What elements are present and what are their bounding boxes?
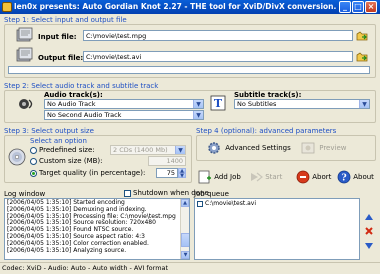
target-quality-field[interactable]: 75 [156,168,178,178]
scroll-up-icon[interactable]: ▲ [181,199,189,207]
predefined-size-label: Predefined size: [39,146,95,154]
gear-icon [208,142,220,154]
custom-size-label: Custom size (MB): [39,157,103,165]
output-file-label: Output file: [38,54,84,62]
input-file-icon [16,27,33,42]
stop-icon [296,170,310,184]
job-item-label: C:\movie\test.avi [205,200,257,207]
step4-label: Step 4 (optional): advanced parameters [196,127,337,135]
audio-icon [19,99,33,109]
audio-track-2-select[interactable]: No Second Audio Track ▼ [44,110,204,120]
scroll-thumb[interactable] [181,233,189,247]
step1-label: Step 1: Select input and output file [4,16,127,24]
status-bar: Codec: XviD - Audio: Auto - Auto width -… [0,262,380,274]
status-text: Codec: XviD - Audio: Auto - Auto width -… [2,264,169,272]
input-file-field[interactable]: C:\movie\test.mpg [83,30,353,41]
minimize-button[interactable]: _ [339,1,351,13]
audio-track-2-value: No Second Audio Track [47,111,122,119]
target-quality-option[interactable]: Target quality (in percentage): [30,169,145,177]
job-queue-item[interactable]: C:\movie\test.avi [197,200,256,208]
start-button[interactable]: Start [248,169,283,185]
add-job-icon [198,170,211,184]
info-icon: ? [337,170,351,184]
log-window-label: Log window [4,190,46,198]
svg-text:T: T [214,97,223,110]
add-job-button[interactable]: Add Job [197,169,242,185]
predefined-size-value: 2 CDs (1400 Mb) [113,146,168,154]
preview-button[interactable]: Preview [300,140,347,156]
window-title: len0x presents: Auto Gordian Knot 2.27 -… [14,2,337,11]
custom-size-radio[interactable] [30,157,37,165]
custom-size-option[interactable]: Custom size (MB): [30,157,103,165]
browse-input-icon[interactable] [356,30,368,42]
progress-bar [8,66,370,74]
scroll-down-icon[interactable]: ▼ [181,251,189,259]
job-queue-list[interactable]: C:\movie\test.avi [194,198,360,260]
output-file-icon [16,47,33,62]
step2-label: Step 2: Select audio track and subtitle … [4,82,159,90]
about-label: About [353,173,374,181]
log-scrollbar[interactable]: ▲ ▼ [180,199,189,259]
remove-job-icon[interactable] [364,226,374,236]
shutdown-checkbox[interactable] [124,189,131,197]
subtitle-select[interactable]: No Subtitles ▼ [234,99,370,109]
job-queue-label: Job queue [194,190,229,198]
audio-track-1-select[interactable]: No Audio Track ▼ [44,99,204,109]
abort-label: Abort [312,173,332,181]
target-quality-label: Target quality (in percentage): [39,169,146,177]
move-up-icon[interactable] [364,213,374,223]
output-file-field[interactable]: C:\movie\test.avi [83,51,353,62]
start-label: Start [265,173,283,181]
predefined-size-option[interactable]: Predefined size: [30,146,95,154]
advanced-settings-label: Advanced Settings [225,144,291,152]
log-lines: [2006/04/05 1:35:10] Started encoding [20… [7,199,176,254]
disc-icon [8,148,26,166]
log-line: [2006/04/05 1:35:10] Analyzing source. [7,246,127,254]
predefined-size-radio[interactable] [30,146,37,154]
select-option-label: Select an option [30,137,87,145]
maximize-button[interactable]: □ [352,1,364,13]
spin-down-icon[interactable]: ▼ [178,173,186,179]
abort-button[interactable]: Abort [295,169,332,185]
chevron-down-icon[interactable]: ▼ [359,100,369,108]
chevron-down-icon[interactable]: ▼ [175,146,185,154]
audio-track-1-value: No Audio Track [47,100,96,108]
svg-text:?: ? [341,174,346,184]
preview-label: Preview [319,144,347,152]
chevron-down-icon[interactable]: ▼ [193,100,203,108]
start-icon [251,172,263,182]
add-job-label: Add Job [214,173,241,181]
about-button[interactable]: ? About [336,169,375,185]
subtitle-value: No Subtitles [237,100,277,108]
advanced-settings-button[interactable]: Advanced Settings [206,140,292,156]
log-window[interactable]: [2006/04/05 1:35:10] Started encoding [20… [4,198,190,260]
job-queue-items: C:\movie\test.avi [197,200,256,208]
step3-label: Step 3: Select output size [4,127,94,135]
predefined-size-select[interactable]: 2 CDs (1400 Mb) ▼ [110,145,186,155]
app-icon [2,2,12,12]
close-button[interactable]: × [365,1,377,13]
subtitle-icon: T [210,95,226,111]
subtitle-tracks-label: Subtitle track(s): [234,91,302,99]
chevron-down-icon[interactable]: ▼ [193,111,203,119]
title-bar[interactable]: len0x presents: Auto Gordian Knot 2.27 -… [0,0,380,14]
preview-icon [301,142,315,154]
browse-output-icon[interactable] [356,51,368,63]
quality-spinner[interactable]: ▲ ▼ [178,168,186,179]
target-quality-radio[interactable] [30,169,37,177]
move-down-icon[interactable] [364,240,374,250]
audio-tracks-label: Audio track(s): [44,91,103,99]
custom-size-field[interactable]: 1400 [148,156,186,166]
job-item-checkbox[interactable] [197,200,203,207]
input-file-label: Input file: [38,33,77,41]
